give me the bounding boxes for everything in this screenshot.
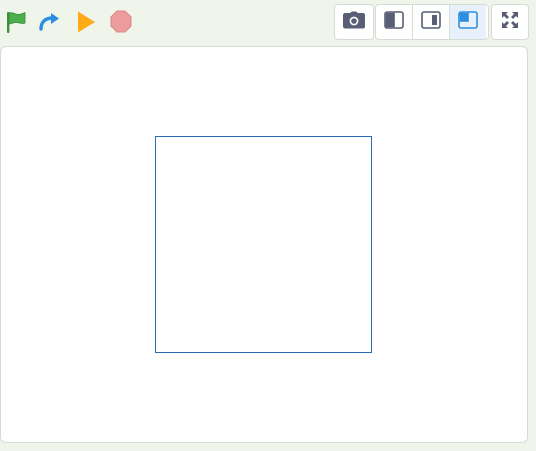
stage-size-button-group bbox=[375, 4, 489, 40]
stage-layout-active-icon bbox=[458, 11, 478, 33]
green-flag-icon bbox=[3, 9, 29, 35]
stage-layout-active-button[interactable] bbox=[449, 5, 486, 39]
small-stage-left-button[interactable] bbox=[376, 5, 412, 39]
redo-button[interactable] bbox=[36, 8, 64, 36]
snapshot-button-group bbox=[334, 4, 374, 40]
small-stage-right-button[interactable] bbox=[412, 5, 449, 39]
small-stage-left-icon bbox=[384, 11, 404, 33]
stage-toolbar bbox=[0, 0, 536, 44]
screenshot-button[interactable] bbox=[335, 5, 373, 39]
fullscreen-button-group bbox=[491, 4, 529, 40]
stage-canvas[interactable] bbox=[0, 46, 528, 443]
fullscreen-button[interactable] bbox=[492, 5, 528, 39]
stop-icon bbox=[108, 9, 134, 35]
drawn-square bbox=[155, 136, 372, 353]
camera-icon bbox=[343, 11, 365, 33]
stop-button[interactable] bbox=[107, 8, 135, 36]
green-flag-button[interactable] bbox=[2, 8, 30, 36]
small-stage-right-icon bbox=[421, 11, 441, 33]
redo-arrow-icon bbox=[37, 9, 63, 35]
fullscreen-icon bbox=[501, 11, 519, 33]
play-icon bbox=[73, 9, 99, 35]
play-button[interactable] bbox=[72, 8, 100, 36]
